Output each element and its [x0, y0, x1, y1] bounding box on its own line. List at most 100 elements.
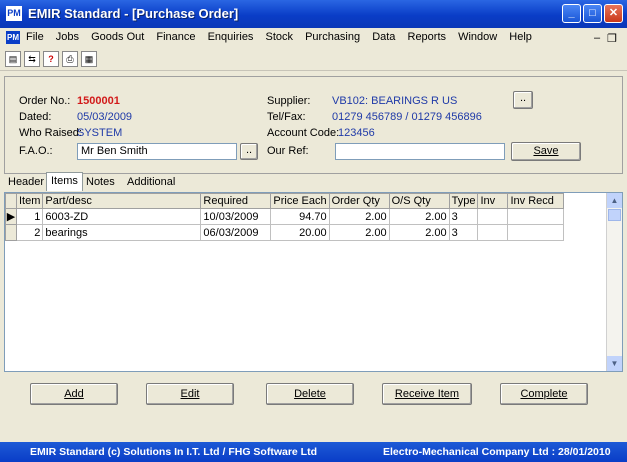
cell-inv-recd[interactable] [507, 224, 565, 241]
supplier-value: VB102: BEARINGS R US [332, 95, 458, 107]
switch-icon[interactable]: ⇆ [24, 51, 40, 67]
column-header-part[interactable]: Part/desc [42, 193, 202, 209]
menu-goods-out[interactable]: Goods Out [91, 31, 144, 43]
column-header-item[interactable]: Item [15, 193, 44, 209]
cell-type[interactable]: 3 [448, 208, 479, 225]
printer-icon[interactable]: ⎙ [62, 51, 78, 67]
document-icon[interactable]: ▤ [5, 51, 21, 67]
fao-field[interactable]: Mr Ben Smith [77, 143, 237, 160]
cell-inv[interactable] [477, 224, 509, 241]
menu-data[interactable]: Data [372, 31, 395, 43]
column-header-inv-recd[interactable]: Inv Recd [507, 193, 565, 209]
cell-item[interactable]: 1 [15, 208, 44, 225]
cell-price[interactable]: 20.00 [270, 224, 330, 241]
mdi-restore-button[interactable]: ❐ [607, 32, 617, 45]
cell-required[interactable]: 10/03/2009 [200, 208, 272, 225]
cell-order-qty[interactable]: 2.00 [328, 224, 390, 241]
who-raised-label: Who Raised: [19, 127, 82, 139]
menu-jobs[interactable]: Jobs [56, 31, 79, 43]
cell-inv[interactable] [477, 208, 509, 225]
telfax-label: Tel/Fax: [267, 111, 306, 123]
row-selector-header [5, 193, 17, 209]
mdi-minimize-button[interactable]: – [594, 32, 600, 44]
column-header-price[interactable]: Price Each [270, 193, 330, 209]
column-header-os-qty[interactable]: O/S Qty [388, 193, 450, 209]
complete-button[interactable]: Complete [500, 383, 588, 405]
dated-label: Dated: [19, 111, 52, 123]
toolbar: ▤ ⇆ ? ⎙ ▦ [0, 48, 627, 71]
app-logo-icon: PM [6, 6, 22, 21]
maximize-button[interactable]: □ [583, 4, 602, 23]
dated-value: 05/03/2009 [77, 111, 133, 123]
account-code-label: Account Code: [267, 127, 340, 139]
close-button[interactable]: ✕ [604, 4, 623, 23]
menu-finance[interactable]: Finance [156, 31, 195, 43]
our-ref-field[interactable] [335, 143, 505, 160]
supplier-lookup-button[interactable]: .. [513, 91, 533, 109]
menu-list: File Jobs Goods Out Finance Enquiries St… [26, 31, 541, 43]
menu-reports[interactable]: Reports [408, 31, 447, 43]
title-bar[interactable]: PM EMIR Standard - [Purchase Order] _ □ … [0, 0, 627, 28]
order-no-value: 1500001 [77, 95, 120, 107]
menu-stock[interactable]: Stock [266, 31, 294, 43]
save-button[interactable]: Save [511, 142, 581, 161]
fao-label: F.A.O.: [19, 145, 53, 157]
action-buttons: Add Edit Delete Receive Item Complete [26, 380, 596, 408]
cell-inv-recd[interactable] [507, 208, 565, 225]
menu-bar: PM File Jobs Goods Out Finance Enquiries… [0, 28, 627, 48]
table-row[interactable]: 2 bearings 06/03/2009 20.00 2.00 2.00 3 [5, 224, 565, 241]
tab-items[interactable]: Items [46, 172, 83, 191]
scroll-thumb[interactable] [608, 209, 621, 221]
table-row[interactable]: ▶ 1 6003-ZD 10/03/2009 94.70 2.00 2.00 3 [5, 208, 565, 225]
items-grid[interactable]: Item Part/desc Required Price Each Order… [4, 192, 623, 372]
row-selector [5, 224, 17, 241]
status-copyright: EMIR Standard (c) Solutions In I.T. Ltd … [30, 446, 317, 458]
cell-part[interactable]: bearings [42, 224, 202, 241]
menu-help[interactable]: Help [509, 31, 532, 43]
minimize-button[interactable]: _ [562, 4, 581, 23]
menu-purchasing[interactable]: Purchasing [305, 31, 360, 43]
scroll-down-icon[interactable]: ▼ [607, 356, 622, 371]
who-raised-value: SYSTEM [77, 127, 123, 139]
menu-window[interactable]: Window [458, 31, 497, 43]
edit-button[interactable]: Edit [146, 383, 234, 405]
cell-part[interactable]: 6003-ZD [42, 208, 202, 225]
order-header-panel: Order No.: 1500001 Dated: 05/03/2009 Who… [4, 76, 623, 174]
our-ref-label: Our Ref: [267, 145, 309, 157]
cell-price[interactable]: 94.70 [270, 208, 330, 225]
grid-header-row: Item Part/desc Required Price Each Order… [5, 193, 565, 209]
window-title: EMIR Standard - [Purchase Order] [28, 6, 239, 21]
tab-additional[interactable]: Additional [123, 174, 179, 191]
telfax-value: 01279 456789 / 01279 456896 [332, 111, 482, 123]
tab-notes[interactable]: Notes [82, 174, 119, 191]
column-header-order-qty[interactable]: Order Qty [328, 193, 390, 209]
app-window: PM EMIR Standard - [Purchase Order] _ □ … [0, 0, 627, 462]
add-button[interactable]: Add [30, 383, 118, 405]
cell-order-qty[interactable]: 2.00 [328, 208, 390, 225]
current-row-indicator-icon: ▶ [5, 208, 17, 225]
cell-required[interactable]: 06/03/2009 [200, 224, 272, 241]
grid-vertical-scrollbar[interactable]: ▲ ▼ [606, 193, 622, 371]
receive-item-button[interactable]: Receive Item [382, 383, 472, 405]
scroll-up-icon[interactable]: ▲ [607, 193, 622, 208]
delete-button[interactable]: Delete [266, 383, 354, 405]
items-table: Item Part/desc Required Price Each Order… [5, 193, 565, 241]
order-no-label: Order No.: [19, 95, 71, 107]
menu-file[interactable]: File [26, 31, 44, 43]
calculator-icon[interactable]: ▦ [81, 51, 97, 67]
document-menu-icon[interactable]: PM [6, 31, 20, 44]
cell-type[interactable]: 3 [448, 224, 479, 241]
column-header-type[interactable]: Type [448, 193, 479, 209]
tab-header[interactable]: Header [4, 174, 48, 191]
help-icon[interactable]: ? [43, 51, 59, 67]
cell-item[interactable]: 2 [15, 224, 44, 241]
status-bar: EMIR Standard (c) Solutions In I.T. Ltd … [0, 442, 627, 462]
supplier-label: Supplier: [267, 95, 311, 107]
account-code-value: 123456 [338, 127, 375, 139]
fao-lookup-button[interactable]: .. [240, 143, 258, 160]
cell-os-qty[interactable]: 2.00 [388, 208, 450, 225]
column-header-inv[interactable]: Inv [477, 193, 509, 209]
cell-os-qty[interactable]: 2.00 [388, 224, 450, 241]
menu-enquiries[interactable]: Enquiries [208, 31, 254, 43]
column-header-required[interactable]: Required [200, 193, 272, 209]
